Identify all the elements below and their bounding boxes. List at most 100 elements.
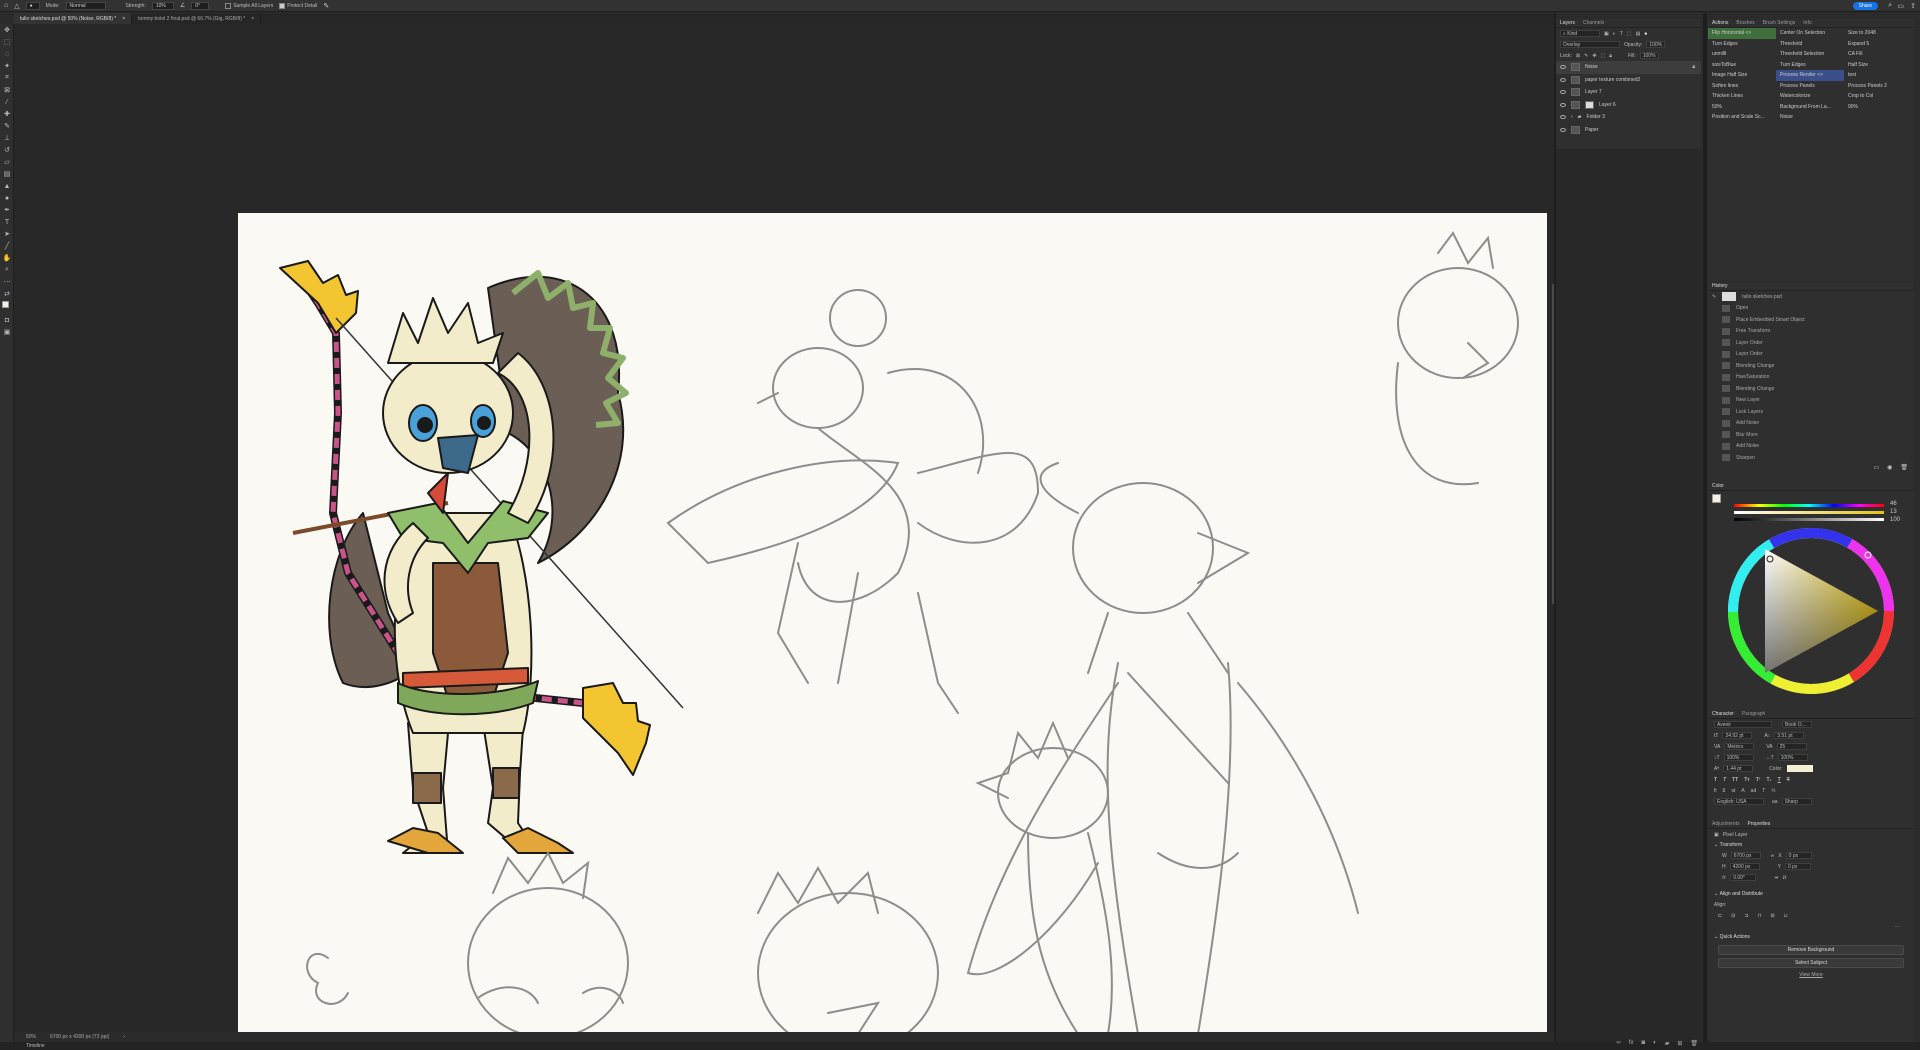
lock-paint-icon[interactable]: ✎ bbox=[1584, 53, 1588, 59]
angle-input[interactable]: 0° bbox=[191, 1, 210, 10]
swash-button[interactable]: st bbox=[1731, 788, 1735, 794]
link-layers-icon[interactable]: ∞ bbox=[1617, 1040, 1621, 1048]
layer-mask-thumbnail[interactable] bbox=[1585, 100, 1594, 109]
close-icon[interactable]: × bbox=[122, 16, 125, 22]
action-button[interactable]: 90% bbox=[1844, 102, 1908, 113]
tab-adjustments[interactable]: Adjustments bbox=[1712, 821, 1740, 827]
y-input[interactable]: 0 px bbox=[1784, 863, 1811, 870]
action-button[interactable]: Turn Edges bbox=[1708, 39, 1776, 50]
screen-mode-icon[interactable]: ▣ bbox=[0, 326, 14, 338]
tab-channels[interactable]: Channels bbox=[1583, 20, 1604, 26]
marquee-tool-icon[interactable]: ⬚ bbox=[0, 36, 14, 48]
tab-actions[interactable]: Actions bbox=[1712, 20, 1728, 26]
transform-section[interactable]: ⌄ Transform bbox=[1708, 840, 1914, 850]
action-button[interactable]: Flip Horizontal <> bbox=[1708, 28, 1776, 39]
canvas-area[interactable] bbox=[14, 24, 1555, 1039]
faux-bold-button[interactable]: T bbox=[1714, 777, 1717, 783]
history-step[interactable]: New Layer bbox=[1708, 395, 1914, 407]
history-step[interactable]: Add Noise bbox=[1708, 418, 1914, 430]
lock-all-icon[interactable]: 🔒︎ bbox=[1609, 53, 1612, 59]
history-step[interactable]: Add Noise bbox=[1708, 441, 1914, 453]
small-caps-button[interactable]: Tт bbox=[1744, 777, 1750, 783]
opacity-input[interactable]: 100% bbox=[1646, 41, 1666, 48]
flip-horizontal-icon[interactable]: ⇹ bbox=[1774, 875, 1778, 881]
kerning-select[interactable]: Metrics bbox=[1724, 743, 1755, 750]
crop-tool-icon[interactable]: ⌗ bbox=[0, 72, 14, 84]
lock-transparent-icon[interactable]: ⊠ bbox=[1576, 53, 1580, 59]
foreground-color-swatch[interactable] bbox=[1712, 494, 1721, 503]
action-button[interactable]: Size to 2048 bbox=[1844, 28, 1908, 39]
view-more-link[interactable]: View More bbox=[1708, 972, 1914, 978]
flip-vertical-icon[interactable]: ⇵ bbox=[1782, 875, 1786, 881]
swap-colors-icon[interactable]: ⇄ bbox=[0, 288, 14, 300]
horizontal-scale-input[interactable]: 100% bbox=[1777, 754, 1808, 761]
line-tool-icon[interactable]: ╱ bbox=[0, 240, 14, 252]
vertical-scale-input[interactable]: 100% bbox=[1723, 754, 1754, 761]
protect-detail-checkbox[interactable]: Protect Detail bbox=[279, 2, 317, 9]
titling-button[interactable]: A bbox=[1741, 788, 1744, 794]
filter-toggle-icon[interactable]: ● bbox=[1644, 31, 1647, 37]
trash-icon[interactable]: 🗑︎ bbox=[1690, 1040, 1698, 1048]
move-tool-icon[interactable]: ✥ bbox=[0, 24, 14, 36]
home-icon[interactable]: ⌂ bbox=[4, 2, 8, 9]
zoom-tool-icon[interactable]: ⌕ bbox=[0, 264, 14, 276]
share-button[interactable]: Share bbox=[1852, 2, 1878, 10]
lock-position-icon[interactable]: ✥ bbox=[1592, 53, 1596, 59]
more-options-icon[interactable]: ⋯ bbox=[1895, 924, 1900, 930]
brush-tool-icon[interactable]: ✎ bbox=[0, 120, 14, 132]
adjustment-layer-icon[interactable]: ◐ bbox=[1653, 1040, 1657, 1048]
all-caps-button[interactable]: TT bbox=[1732, 777, 1738, 783]
history-step[interactable]: Free Transform bbox=[1708, 326, 1914, 338]
tab-tulio-sketches[interactable]: tulio sketches.psd @ 50% (Noise, RGB/8) … bbox=[14, 13, 133, 24]
fill-input[interactable]: 100% bbox=[1639, 52, 1659, 59]
path-selection-tool-icon[interactable]: ➤ bbox=[0, 228, 14, 240]
share-menu-icon[interactable]: ⇪ bbox=[1910, 2, 1916, 10]
action-button[interactable]: Noise bbox=[1776, 112, 1844, 123]
workspace-icon[interactable]: ▭ bbox=[1897, 2, 1904, 10]
tab-tommy-botol[interactable]: tommy botol 2 final.psd @ 66.7% (Gig, RG… bbox=[132, 13, 262, 24]
clone-stamp-tool-icon[interactable]: ⊥ bbox=[0, 132, 14, 144]
select-subject-button[interactable]: Select Subject bbox=[1718, 958, 1904, 968]
action-button[interactable]: Position and Scale Sc... bbox=[1708, 112, 1776, 123]
tab-properties[interactable]: Properties bbox=[1748, 821, 1771, 827]
action-button[interactable]: test bbox=[1844, 70, 1908, 81]
hue-value[interactable]: 46 bbox=[1890, 501, 1897, 507]
history-step[interactable]: Blur More bbox=[1708, 429, 1914, 441]
new-layer-icon[interactable]: ⊞ bbox=[1677, 1040, 1682, 1048]
eye-icon[interactable] bbox=[1560, 127, 1566, 132]
saturation-value[interactable]: 13 bbox=[1890, 509, 1897, 515]
history-brush-tool-icon[interactable]: ↺ bbox=[0, 144, 14, 156]
subscript-button[interactable]: T₁ bbox=[1766, 777, 1771, 783]
align-center-v-icon[interactable]: ⊞ bbox=[1771, 913, 1775, 919]
zoom-level[interactable]: 50% bbox=[26, 1034, 36, 1040]
history-step[interactable]: Place Embedded Smart Object bbox=[1708, 314, 1914, 326]
align-center-h-icon[interactable]: ⊟ bbox=[1731, 913, 1735, 919]
text-color-swatch[interactable] bbox=[1786, 765, 1813, 772]
action-button[interactable]: Thicken Lines bbox=[1708, 91, 1776, 102]
language-select[interactable]: English: USA bbox=[1714, 798, 1764, 805]
tab-layers[interactable]: Layers bbox=[1560, 20, 1575, 26]
width-input[interactable]: 6700 px bbox=[1730, 852, 1761, 859]
blur-tool-icon[interactable]: ▲ bbox=[0, 180, 14, 192]
action-button[interactable]: Center On Selection bbox=[1776, 28, 1844, 39]
eraser-tool-icon[interactable]: ▱ bbox=[0, 156, 14, 168]
action-button[interactable]: unmillt bbox=[1708, 49, 1776, 60]
align-top-icon[interactable]: ⊓ bbox=[1758, 913, 1762, 919]
action-button[interactable]: Crop to Col bbox=[1844, 91, 1908, 102]
strength-input[interactable]: 10% bbox=[151, 1, 174, 10]
panel-divider[interactable] bbox=[1554, 13, 1556, 1042]
strikethrough-button[interactable]: T bbox=[1787, 777, 1790, 783]
quick-actions-section[interactable]: ⌄ Quick Actions bbox=[1708, 932, 1914, 942]
sharpen-tool-icon[interactable]: △ bbox=[14, 2, 19, 10]
saturation-slider[interactable] bbox=[1734, 511, 1884, 514]
action-button[interactable]: sizeToBlue bbox=[1708, 60, 1776, 71]
layer-row-folder-3[interactable]: › ▰ Folder 3 bbox=[1556, 111, 1701, 124]
history-step[interactable]: Open bbox=[1708, 303, 1914, 315]
more-tools-icon[interactable]: ⋯ bbox=[0, 276, 14, 288]
gradient-tool-icon[interactable]: ▤ bbox=[0, 168, 14, 180]
action-button[interactable]: Image Half Size bbox=[1708, 70, 1776, 81]
type-tool-icon[interactable]: T bbox=[0, 216, 14, 228]
tracking-select[interactable]: 25 bbox=[1776, 743, 1807, 750]
camera-icon[interactable]: ◉ bbox=[1887, 464, 1892, 471]
baseline-shift-input[interactable]: 1.44 pt bbox=[1723, 765, 1754, 772]
